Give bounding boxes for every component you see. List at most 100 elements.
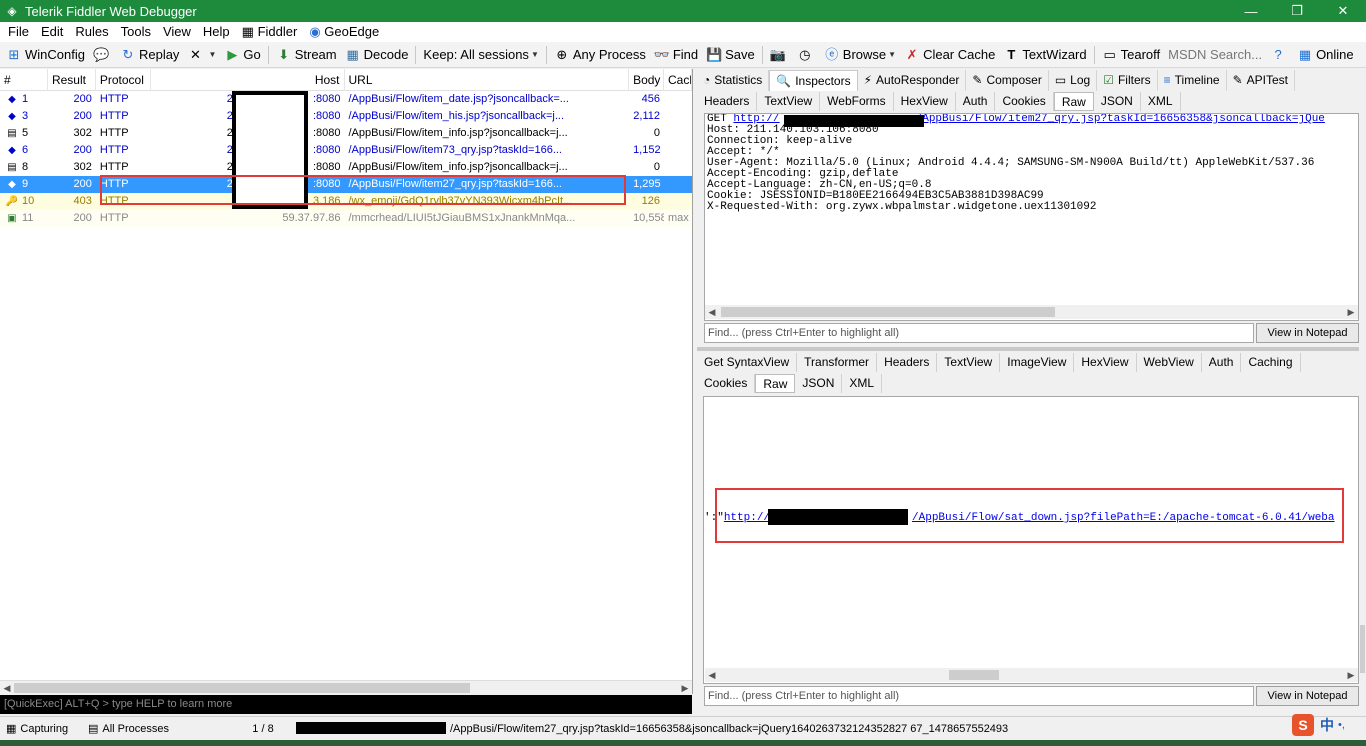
tab-autoresponder[interactable]: ⚡ AutoResponder [858, 70, 967, 91]
tab-apitest[interactable]: ✎ APITest [1227, 70, 1295, 91]
resp-tab-xml[interactable]: XML [842, 373, 883, 393]
menu-rules[interactable]: Rules [69, 22, 114, 42]
replay-button[interactable]: ↻ Replay [116, 43, 183, 67]
comment-button[interactable]: 💬 [89, 43, 116, 67]
col-header-caching[interactable]: Cach [664, 69, 692, 91]
scroll-right-icon[interactable]: ▶ [1344, 305, 1358, 319]
menu-help[interactable]: Help [197, 22, 236, 42]
tab-inspectors[interactable]: 🔍 Inspectors [769, 70, 858, 91]
sessions-horizontal-scrollbar[interactable]: ◀ ▶ [0, 680, 692, 694]
decode-button[interactable]: ▦ Decode [341, 43, 413, 67]
req-tab-xml[interactable]: XML [1141, 91, 1181, 111]
menu-edit[interactable]: Edit [35, 22, 69, 42]
process-filter[interactable]: ▤ All Processes [82, 719, 232, 739]
scrollbar-thumb[interactable] [1360, 625, 1365, 673]
response-horizontal-scrollbar[interactable]: ◀ ▶ [705, 668, 1358, 682]
right-vertical-scrollbar[interactable] [1359, 69, 1366, 714]
session-row[interactable]: ◆ 6 200 HTTP 2:8080 /AppBusi/Flow/item73_… [0, 142, 692, 159]
session-row[interactable]: ▤ 8 302 HTTP 2:8080 /AppBusi/Flow/item_in… [0, 159, 692, 176]
resp-tab-hexview[interactable]: HexView [1074, 352, 1137, 372]
session-row[interactable]: ◆ 3 200 HTTP 2:8080 /AppBusi/Flow/item_hi… [0, 108, 692, 125]
maximize-button[interactable]: ❐ [1274, 0, 1320, 22]
session-row[interactable]: ▤ 5 302 HTTP 2:8080 /AppBusi/Flow/item_in… [0, 125, 692, 142]
req-tab-auth[interactable]: Auth [956, 91, 996, 111]
resp-tab-auth[interactable]: Auth [1202, 352, 1242, 372]
resp-tab-textview[interactable]: TextView [937, 352, 1001, 372]
resp-tab-json[interactable]: JSON [795, 373, 843, 393]
scroll-right-icon[interactable]: ▶ [678, 681, 692, 695]
keep-sessions-dropdown[interactable]: Keep: All sessions ▼ [419, 43, 542, 67]
close-button[interactable]: ✕ [1320, 0, 1366, 22]
col-header-num[interactable]: # [0, 69, 48, 91]
response-find-input[interactable]: Find... (press Ctrl+Enter to highlight a… [704, 686, 1254, 706]
winconfig-button[interactable]: ⊞ WinConfig [2, 43, 89, 67]
col-header-host[interactable]: Host [151, 69, 345, 91]
req-tab-hexview[interactable]: HexView [894, 91, 956, 111]
msdn-search-input[interactable]: MSDN Search... [1164, 43, 1266, 67]
clear-cache-button[interactable]: ✗ Clear Cache [900, 43, 999, 67]
request-horizontal-scrollbar[interactable]: ◀ ▶ [705, 305, 1358, 319]
menu-view[interactable]: View [157, 22, 197, 42]
go-button[interactable]: ▶ Go [220, 43, 264, 67]
tab-statistics[interactable]: ◔ Statistics [697, 70, 770, 91]
session-row[interactable]: ▣ 11 200 HTTP 59.37.97.86 /mmcrhead/LIUI5… [0, 210, 692, 227]
session-row[interactable]: ◆ 1 200 HTTP 2:8080 /AppBusi/Flow/item_da… [0, 91, 692, 108]
scrollbar-thumb[interactable] [949, 670, 999, 680]
req-tab-textview[interactable]: TextView [757, 91, 821, 111]
menu-file[interactable]: File [2, 22, 35, 42]
resp-tab-headers[interactable]: Headers [877, 352, 938, 372]
pane-splitter[interactable] [697, 347, 1366, 351]
help-button[interactable]: ? [1266, 43, 1293, 67]
tearoff-button[interactable]: ▭ Tearoff [1098, 43, 1165, 67]
tab-log[interactable]: ▭ Log [1049, 70, 1098, 91]
resp-tab-raw[interactable]: Raw [755, 373, 796, 393]
textwizard-button[interactable]: T TextWizard [999, 43, 1090, 67]
minimize-button[interactable]: — [1228, 0, 1274, 22]
online-button[interactable]: ▦ Online [1293, 43, 1358, 67]
req-tab-headers[interactable]: Headers [697, 91, 758, 111]
timer-button[interactable]: ◷ [793, 43, 820, 67]
tab-filters[interactable]: ☑ Filters [1097, 70, 1158, 91]
stream-button[interactable]: ⬇ Stream [272, 43, 341, 67]
text-icon: T [1007, 46, 1016, 62]
tab-composer[interactable]: ✎ Composer [966, 70, 1049, 91]
menu-fiddler[interactable]: ▦ Fiddler [236, 22, 304, 42]
scroll-left-icon[interactable]: ◀ [705, 305, 719, 319]
col-header-body[interactable]: Body [629, 69, 665, 91]
capturing-toggle[interactable]: ▦ Capturing [0, 719, 82, 739]
quickexec-input[interactable]: [QuickExec] ALT+Q > type HELP to learn m… [0, 695, 692, 714]
req-tab-cookies[interactable]: Cookies [995, 91, 1054, 111]
session-protocol: HTTP [99, 212, 129, 224]
menu-tools[interactable]: Tools [115, 22, 157, 42]
find-button[interactable]: 👓 Find [650, 43, 702, 67]
col-header-protocol[interactable]: Protocol [96, 69, 151, 91]
ime-indicator[interactable]: S 中 •, [1292, 713, 1360, 737]
scroll-left-icon[interactable]: ◀ [705, 668, 719, 682]
remove-button[interactable]: ✕ ▼ [183, 43, 220, 67]
request-raw-text[interactable]: GET http:///AppBusi/Flow/item27_qry.jsp?… [704, 113, 1359, 321]
resp-tab-imageview[interactable]: ImageView [1000, 352, 1075, 372]
scrollbar-thumb[interactable] [14, 683, 470, 693]
screenshot-button[interactable]: 📷 [766, 43, 793, 67]
request-view-in-notepad-button[interactable]: View in Notepad [1256, 323, 1359, 343]
menu-geoedge[interactable]: ◉ GeoEdge [303, 22, 385, 42]
scrollbar-thumb[interactable] [721, 307, 1055, 317]
scroll-left-icon[interactable]: ◀ [0, 681, 14, 695]
any-process-button[interactable]: ⊕ Any Process [550, 43, 650, 67]
resp-tab-webview[interactable]: WebView [1137, 352, 1202, 372]
resp-tab-syntaxview[interactable]: Get SyntaxView [697, 352, 798, 372]
resp-tab-cookies[interactable]: Cookies [697, 373, 756, 393]
save-button[interactable]: 💾 Save [702, 43, 759, 67]
req-tab-json[interactable]: JSON [1094, 91, 1141, 111]
tab-timeline[interactable]: ≡ Timeline [1158, 70, 1227, 91]
col-header-url[interactable]: URL [345, 69, 630, 91]
req-tab-webforms[interactable]: WebForms [820, 91, 894, 111]
response-view-in-notepad-button[interactable]: View in Notepad [1256, 686, 1359, 706]
request-find-input[interactable]: Find... (press Ctrl+Enter to highlight a… [704, 323, 1254, 343]
scroll-right-icon[interactable]: ▶ [1344, 668, 1358, 682]
browse-button[interactable]: ⓔ Browse ▼ [820, 43, 900, 67]
col-header-result[interactable]: Result [48, 69, 96, 91]
resp-tab-caching[interactable]: Caching [1241, 352, 1301, 372]
resp-tab-transformer[interactable]: Transformer [797, 352, 878, 372]
req-tab-raw[interactable]: Raw [1053, 91, 1094, 111]
